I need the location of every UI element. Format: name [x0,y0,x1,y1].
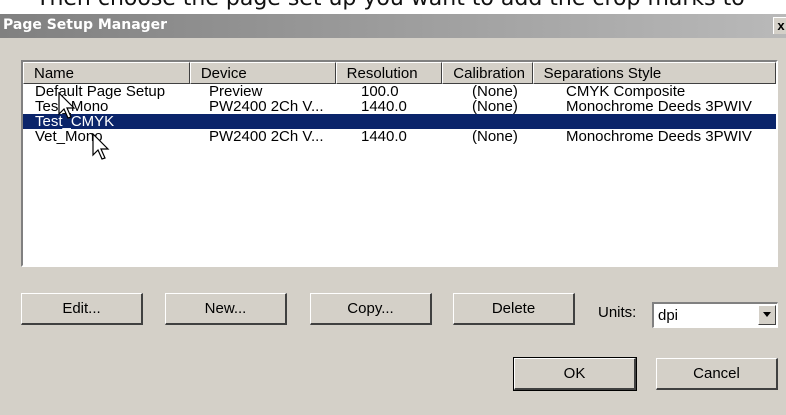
cell-name: Test_CMYK [35,114,115,129]
cell-device: PW2400 2Ch V... [209,129,324,144]
column-header-device[interactable]: Device [189,62,336,84]
column-header-resolution[interactable]: Resolution [335,62,443,84]
mouse-cursor-icon [92,133,110,160]
ok-button[interactable]: OK [513,357,637,391]
cell-resolution [349,114,460,129]
cell-separations-style: Monochrome Deeds 3PWIV [566,129,752,144]
cell-separations-style [554,114,776,129]
units-value: dpi [658,307,679,324]
table-row[interactable]: Default Page Setup Preview 100.0 (None) … [23,84,776,99]
table-row[interactable]: Test_Mono PW2400 2Ch V... 1440.0 (None) … [23,99,776,114]
edit-button[interactable]: Edit... [21,293,143,325]
window-title: Page Setup Manager [3,17,168,33]
copy-button[interactable]: Copy... [310,293,432,325]
column-header-name[interactable]: Name [23,62,190,84]
cell-name: Default Page Setup [35,84,166,99]
list-header: Name Device Resolution Calibration Separ… [23,62,776,84]
cell-device: PW2400 2Ch V... [209,99,324,114]
title-bar: Page Setup Manager x [0,14,786,38]
cell-calibration [460,114,554,129]
column-header-separations-style[interactable]: Separations Style [532,62,776,84]
close-icon[interactable]: x [773,17,786,34]
dropdown-arrow-icon[interactable] [758,305,776,325]
cell-separations-style: CMYK Composite [566,84,686,99]
list-rows: Default Page Setup Preview 100.0 (None) … [23,84,776,144]
delete-button[interactable]: Delete [453,293,575,325]
cell-device [197,114,349,129]
cell-resolution: 1440.0 [361,99,407,114]
cell-resolution: 1440.0 [361,129,407,144]
table-row[interactable]: Vet_Mono PW2400 2Ch V... 1440.0 (None) M… [23,129,776,144]
cell-name: Test_Mono [23,99,197,114]
cancel-button[interactable]: Cancel [656,358,778,390]
new-button[interactable]: New... [165,293,287,325]
cell-calibration: (None) [472,84,518,99]
units-label: Units: [598,304,637,321]
table-row-selected[interactable]: Test_CMYK [23,114,776,129]
units-dropdown[interactable]: dpi [652,302,778,328]
column-header-calibration[interactable]: Calibration [442,62,533,84]
page-setup-list[interactable]: Name Device Resolution Calibration Separ… [21,60,778,267]
cell-separations-style: Monochrome Deeds 3PWIV [566,99,752,114]
cell-calibration: (None) [472,129,518,144]
cell-calibration: (None) [472,99,518,114]
cell-resolution: 100.0 [361,84,399,99]
mouse-cursor-icon [58,92,76,119]
cell-name: Vet_Mono [35,129,103,144]
cell-device: Preview [209,84,263,99]
